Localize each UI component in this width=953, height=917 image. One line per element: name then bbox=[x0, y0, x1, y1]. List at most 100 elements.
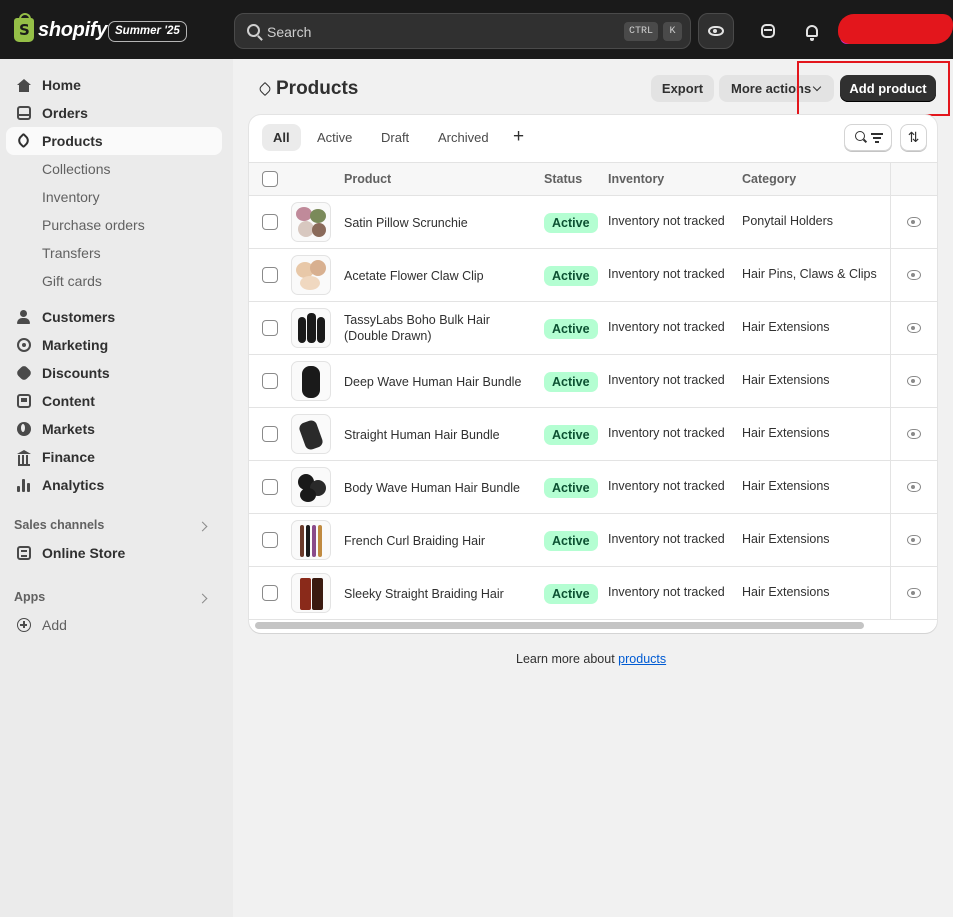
products-help-link[interactable]: products bbox=[618, 652, 666, 666]
sidebar-item-marketing[interactable]: Marketing bbox=[6, 331, 222, 359]
row-checkbox[interactable] bbox=[262, 373, 278, 389]
sidebar-item-label: Discounts bbox=[42, 365, 110, 381]
product-name[interactable]: Satin Pillow Scrunchie bbox=[344, 215, 534, 231]
sort-button[interactable]: ⇅ bbox=[900, 124, 927, 151]
shortcut-ctrl-key: CTRL bbox=[624, 22, 658, 41]
add-view-icon[interactable]: + bbox=[513, 126, 524, 148]
product-name[interactable]: Acetate Flower Claw Clip bbox=[344, 268, 534, 284]
edition-badge[interactable]: Summer '25 bbox=[108, 21, 187, 42]
sidebar-item-add-app[interactable]: Add bbox=[6, 611, 222, 639]
sidebar-item-products[interactable]: Products bbox=[6, 127, 222, 155]
sidebar-item-label: Products bbox=[42, 133, 103, 149]
apps-heading[interactable]: Apps bbox=[14, 590, 45, 604]
horizontal-scrollbar[interactable] bbox=[255, 622, 864, 629]
status-badge: Active bbox=[544, 266, 598, 286]
tag-icon bbox=[15, 132, 32, 149]
header-product[interactable]: Product bbox=[344, 172, 391, 186]
table-row[interactable]: French Curl Braiding Hair Active Invento… bbox=[249, 514, 937, 567]
product-name[interactable]: Straight Human Hair Bundle bbox=[344, 427, 534, 443]
sidebar-item-transfers[interactable]: Transfers bbox=[6, 239, 222, 267]
row-checkbox[interactable] bbox=[262, 479, 278, 495]
bank-icon bbox=[17, 450, 31, 466]
sidebar-item-purchase-orders[interactable]: Purchase orders bbox=[6, 211, 222, 239]
row-actions bbox=[890, 514, 937, 566]
sidebar-item-orders[interactable]: Orders bbox=[6, 99, 222, 127]
sidebar-item-gift-cards[interactable]: Gift cards bbox=[6, 267, 222, 295]
sidekick-button[interactable] bbox=[750, 13, 786, 49]
search-input[interactable] bbox=[267, 22, 567, 42]
eye-icon[interactable] bbox=[907, 482, 921, 492]
table-row[interactable]: Sleeky Straight Braiding Hair Active Inv… bbox=[249, 567, 937, 620]
sidebar-item-customers[interactable]: Customers bbox=[6, 303, 222, 331]
content-icon bbox=[17, 394, 31, 408]
select-all-checkbox[interactable] bbox=[262, 171, 278, 187]
shopify-bag-icon bbox=[14, 13, 34, 42]
inventory-cell: Inventory not tracked bbox=[608, 426, 725, 440]
row-checkbox[interactable] bbox=[262, 585, 278, 601]
product-name[interactable]: Body Wave Human Hair Bundle bbox=[344, 480, 534, 496]
shopify-logo[interactable]: shopify bbox=[14, 13, 107, 42]
sidebar-item-content[interactable]: Content bbox=[6, 387, 222, 415]
eye-icon[interactable] bbox=[907, 270, 921, 280]
table-row[interactable]: Acetate Flower Claw Clip Active Inventor… bbox=[249, 249, 937, 302]
row-checkbox[interactable] bbox=[262, 320, 278, 336]
tab-active[interactable]: Active bbox=[306, 124, 363, 151]
eye-icon[interactable] bbox=[907, 376, 921, 386]
tab-all[interactable]: All bbox=[262, 124, 301, 151]
eye-icon[interactable] bbox=[907, 535, 921, 545]
sidebar-item-finance[interactable]: Finance bbox=[6, 443, 222, 471]
eye-icon[interactable] bbox=[907, 217, 921, 227]
product-name[interactable]: Deep Wave Human Hair Bundle bbox=[344, 374, 534, 390]
sales-channels-heading[interactable]: Sales channels bbox=[14, 518, 104, 532]
page-title: Products bbox=[276, 78, 359, 99]
row-actions bbox=[890, 408, 937, 460]
table-row[interactable]: TassyLabs Boho Bulk Hair (Double Drawn) … bbox=[249, 302, 937, 355]
sidebar-item-discounts[interactable]: Discounts bbox=[6, 359, 222, 387]
tab-draft[interactable]: Draft bbox=[370, 124, 420, 151]
discount-icon bbox=[15, 364, 33, 382]
eye-icon[interactable] bbox=[907, 429, 921, 439]
table-row[interactable]: Body Wave Human Hair Bundle Active Inven… bbox=[249, 461, 937, 514]
search-bar[interactable]: CTRL K bbox=[234, 13, 691, 49]
row-actions bbox=[890, 196, 937, 248]
sidebar-item-label: Inventory bbox=[42, 189, 100, 205]
tab-archived[interactable]: Archived bbox=[427, 124, 500, 151]
table-row[interactable]: Straight Human Hair Bundle Active Invent… bbox=[249, 408, 937, 461]
header-sticky-column bbox=[890, 163, 937, 195]
category-cell: Hair Extensions bbox=[742, 426, 830, 440]
row-checkbox[interactable] bbox=[262, 426, 278, 442]
product-name[interactable]: TassyLabs Boho Bulk Hair (Double Drawn) bbox=[344, 312, 534, 344]
sidebar-item-label: Content bbox=[42, 393, 95, 409]
product-thumbnail bbox=[291, 361, 331, 401]
sidebar-item-markets[interactable]: Markets bbox=[6, 415, 222, 443]
product-name[interactable]: French Curl Braiding Hair bbox=[344, 533, 534, 549]
product-name[interactable]: Sleeky Straight Braiding Hair bbox=[344, 586, 534, 602]
header-inventory[interactable]: Inventory bbox=[608, 172, 664, 186]
export-button[interactable]: Export bbox=[651, 75, 714, 102]
sidebar-item-online-store[interactable]: Online Store bbox=[6, 539, 222, 567]
learn-more-text: Learn more about products bbox=[516, 652, 666, 666]
eye-icon bbox=[708, 26, 724, 36]
sidebar-item-label: Analytics bbox=[42, 477, 105, 493]
row-actions bbox=[890, 249, 937, 301]
sidebar-item-inventory[interactable]: Inventory bbox=[6, 183, 222, 211]
sidebar-item-collections[interactable]: Collections bbox=[6, 155, 222, 183]
header-status[interactable]: Status bbox=[544, 172, 582, 186]
eye-icon[interactable] bbox=[907, 588, 921, 598]
search-filter-button[interactable] bbox=[844, 124, 892, 151]
view-store-button[interactable] bbox=[698, 13, 734, 49]
sidekick-icon bbox=[761, 24, 775, 38]
table-row[interactable]: Satin Pillow Scrunchie Active Inventory … bbox=[249, 196, 937, 249]
eye-icon[interactable] bbox=[907, 323, 921, 333]
row-checkbox[interactable] bbox=[262, 267, 278, 283]
account-menu[interactable] bbox=[838, 14, 953, 46]
sidebar-item-home[interactable]: Home bbox=[6, 71, 222, 99]
header-category[interactable]: Category bbox=[742, 172, 796, 186]
sidebar-item-label: Purchase orders bbox=[42, 217, 145, 233]
product-thumbnail bbox=[291, 414, 331, 454]
row-checkbox[interactable] bbox=[262, 214, 278, 230]
notifications-button[interactable] bbox=[794, 13, 830, 49]
row-checkbox[interactable] bbox=[262, 532, 278, 548]
table-row[interactable]: Deep Wave Human Hair Bundle Active Inven… bbox=[249, 355, 937, 408]
sidebar-item-analytics[interactable]: Analytics bbox=[6, 471, 222, 499]
